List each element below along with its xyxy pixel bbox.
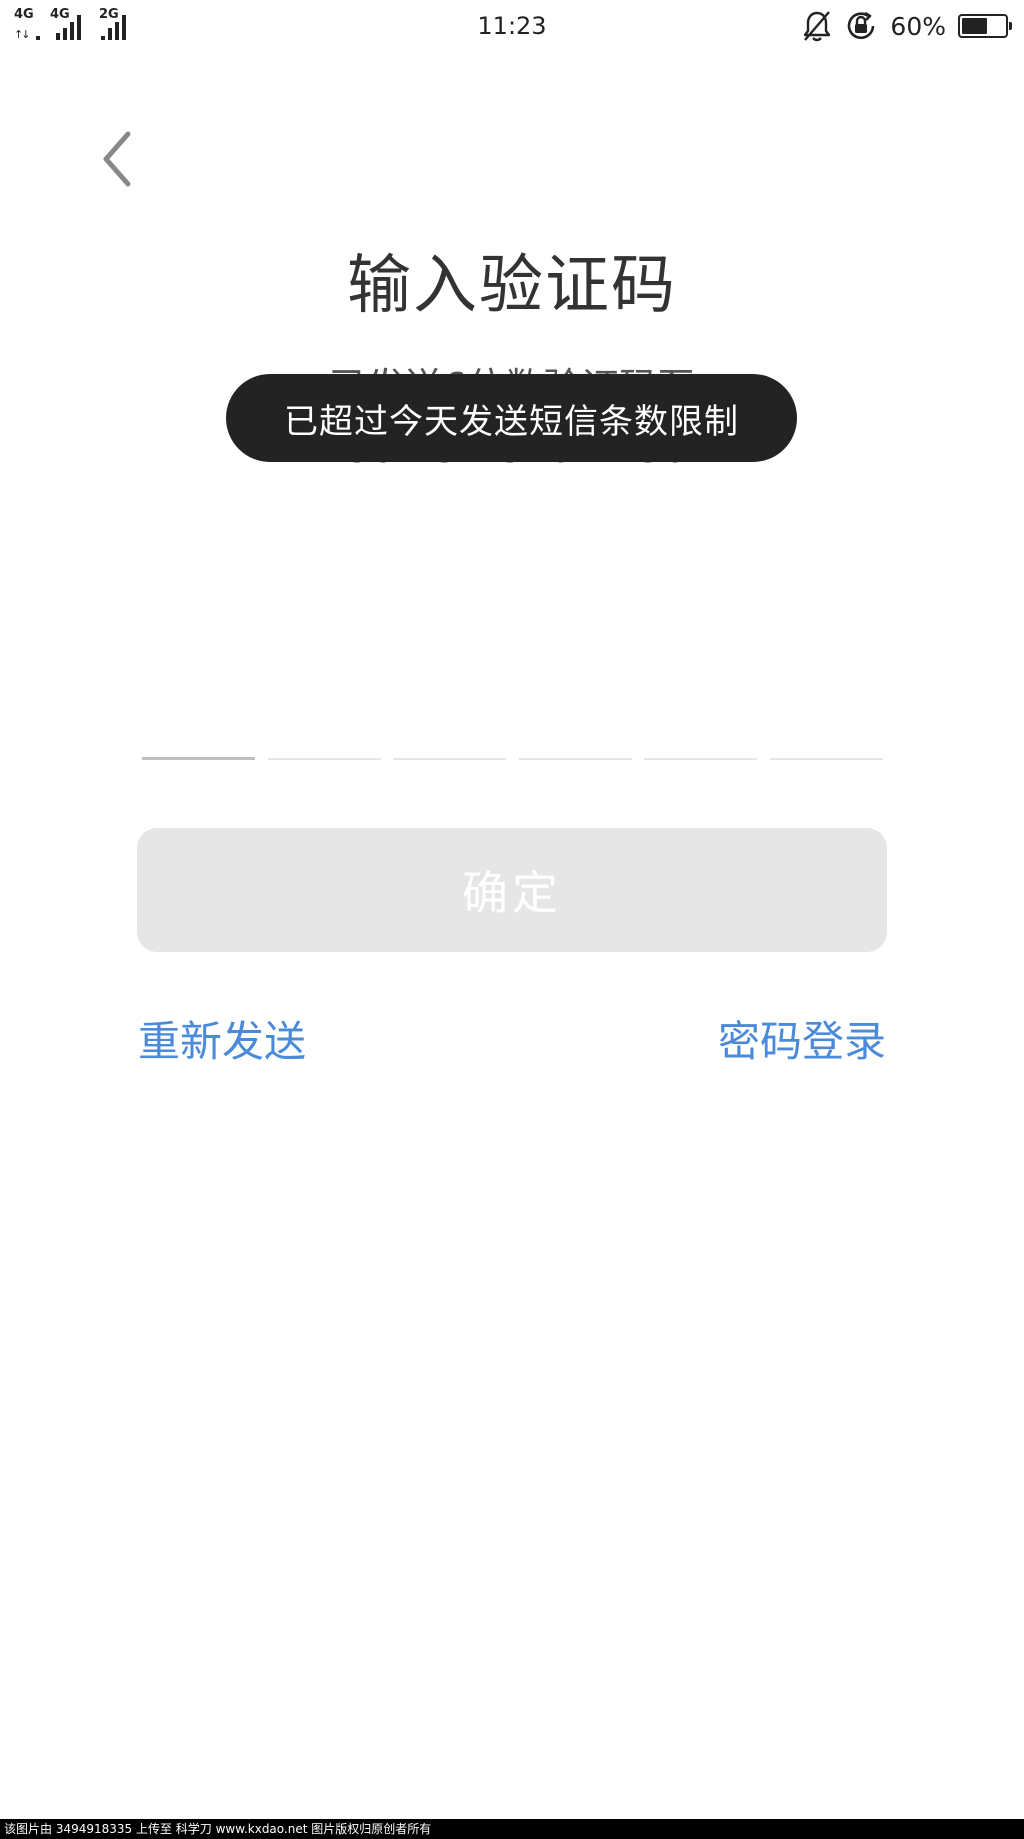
status-bar: 4G ↑↓ 4G 2G 11:23 60% [0,0,1024,54]
verification-code-input[interactable] [142,700,883,760]
code-digit-3[interactable] [393,700,507,760]
rotation-lock-icon [844,9,878,43]
battery-tip [1009,22,1012,30]
chevron-left-icon [103,131,131,187]
password-login-link[interactable]: 密码登录 [718,1008,886,1069]
resend-link[interactable]: 重新发送 [138,1008,306,1069]
code-digit-4[interactable] [518,700,632,760]
status-indicators: 60% [802,9,1012,43]
back-button[interactable] [96,126,146,192]
code-digit-2[interactable] [267,700,381,760]
code-digit-1[interactable] [142,700,255,760]
battery-icon [958,14,1012,38]
battery-level-fill [962,18,988,34]
code-digit-5[interactable] [644,700,758,760]
code-digit-6[interactable] [769,700,883,760]
page-title: 输入验证码 [347,249,677,323]
toast-message: 已超过今天发送短信条数限制 [226,374,797,462]
battery-percent: 60% [890,11,946,41]
confirm-button[interactable]: 确定 [137,828,887,952]
bell-off-icon [802,10,832,42]
watermark-footer: 该图片由 3494918335 上传至 科学刀 www.kxdao.net 图片… [0,1819,1024,1839]
